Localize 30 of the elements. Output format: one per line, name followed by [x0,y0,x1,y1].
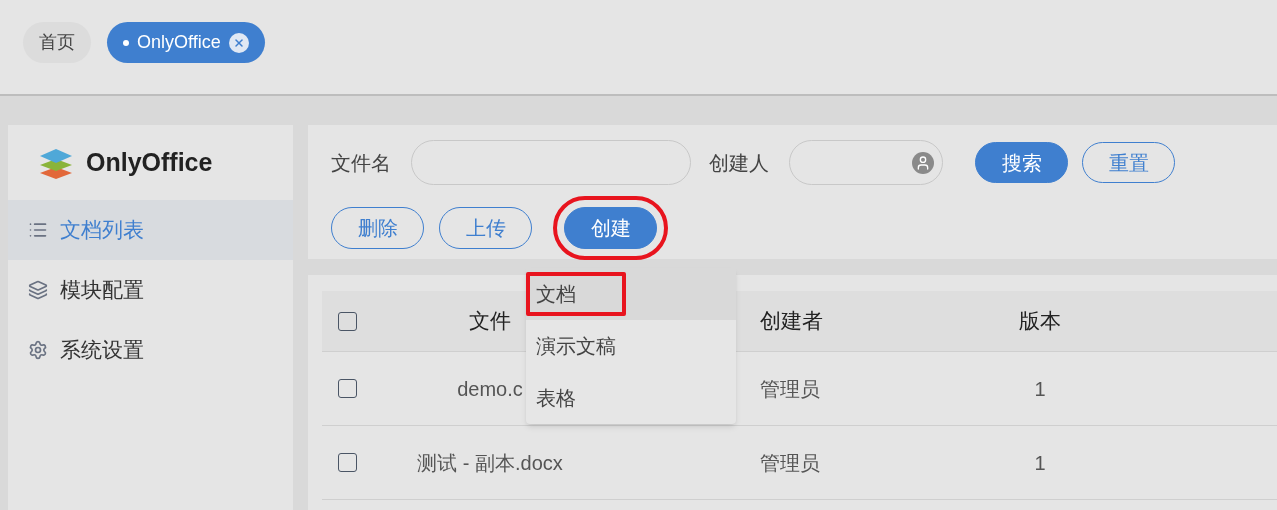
settings-icon [28,340,48,360]
field-label: 文件名 [331,150,391,176]
field-label: 创建人 [709,150,769,176]
table-cell: 管理员 [760,377,820,400]
menu-item[interactable]: 演示文稿 [526,320,736,372]
column-header: 文件 [469,308,511,335]
table-cell-text: 测试 - 副本.docx [417,450,563,476]
menu-item[interactable]: 文档 [526,268,736,320]
logo-icon [38,146,74,179]
sidebar-item[interactable]: 模块配置 [8,260,293,320]
table-cell-text: 1 [1034,376,1046,402]
menu-item[interactable]: 表格 [526,372,736,424]
close-icon[interactable] [228,32,249,53]
list-icon [28,220,48,240]
sidebar-item[interactable]: 文档列表 [8,200,293,260]
checkbox[interactable] [337,311,357,331]
checkbox[interactable] [337,379,357,398]
app-title: OnlyOffice [86,146,213,178]
table-cell: 管理员 [760,451,820,474]
sidebar-item[interactable]: 系统设置 [8,320,293,380]
tab[interactable]: 首页 [23,22,91,63]
column-header: 版本 [1019,308,1061,335]
table-cell-text: 1 [1034,450,1046,476]
checkbox[interactable] [337,453,357,472]
user-icon [912,151,934,174]
layers-icon [28,280,48,300]
tab[interactable]: OnlyOffice [107,22,265,63]
table-cell-text: demo.c [457,376,523,402]
search-button[interactable]: 搜索 [975,142,1068,183]
column-header: 创建者 [760,309,823,333]
